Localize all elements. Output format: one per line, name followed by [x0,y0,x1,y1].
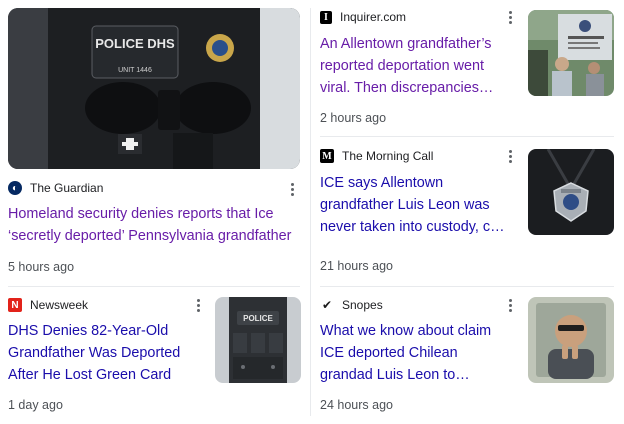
ice-office-sign-image [528,10,614,96]
inquirer-logo-icon: I [320,10,332,24]
article-headline[interactable]: An Allentown grandfather’s reported depo… [320,33,512,99]
source-name: Inquirer.com [340,10,407,24]
source-name: Newsweek [30,298,89,312]
article-timestamp: 21 hours ago [320,259,393,273]
article-timestamp: 2 hours ago [320,111,387,125]
source-name: The Guardian [30,181,104,195]
morning-call-logo-icon: M [320,149,334,163]
article-thumbnail[interactable] [528,10,614,96]
source-row: ◐ The Guardian [8,180,103,196]
ice-badge-image [528,149,614,235]
snopes-logo-icon: ✔ [320,298,334,312]
source-row: ✔ Snopes [320,297,383,313]
article-thumbnail[interactable] [528,297,614,383]
source-name: The Morning Call [342,149,434,163]
vest-label: POLICE [243,314,273,323]
police-vest-image: POLICE [215,297,301,383]
more-options-icon[interactable] [504,147,516,165]
guardian-logo-icon: ◐ [8,181,22,195]
article-headline[interactable]: Homeland security denies reports that Ic… [8,203,306,247]
more-options-icon[interactable] [504,296,516,314]
man-portrait-image [528,297,614,383]
source-row: I Inquirer.com [320,9,406,25]
more-options-icon[interactable] [504,8,516,26]
more-options-icon[interactable] [192,296,204,314]
news-card-newsweek[interactable]: N Newsweek DHS Denies 82-Year-Old Grandf… [0,287,310,424]
news-card-snopes[interactable]: ✔ Snopes What we know about claim ICE de… [310,287,624,424]
article-timestamp: 1 day ago [8,398,63,412]
news-card-guardian[interactable]: POLICE DHS UNIT 1446 ◐ The Guardian Home… [0,0,310,286]
more-options-icon[interactable] [286,180,298,198]
patch-sublabel: UNIT 1446 [118,67,152,74]
article-thumbnail[interactable]: POLICE DHS UNIT 1446 [8,8,300,169]
article-headline[interactable]: What we know about claim ICE deported Ch… [320,320,514,386]
news-card-inquirer[interactable]: I Inquirer.com An Allentown grandfather’… [310,0,624,136]
article-thumbnail[interactable]: POLICE [215,297,301,383]
newsweek-logo-icon: N [8,298,22,312]
article-headline[interactable]: ICE says Allentown grandfather Luis Leon… [320,172,516,238]
article-timestamp: 5 hours ago [8,260,75,274]
source-name: Snopes [342,298,383,312]
article-thumbnail[interactable] [528,149,614,235]
patch-label: POLICE DHS [95,36,175,51]
news-card-morning-call[interactable]: M The Morning Call ICE says Allentown gr… [310,137,624,286]
officer-vest-image: POLICE DHS UNIT 1446 [8,8,300,169]
source-row: M The Morning Call [320,148,433,164]
source-row: N Newsweek [8,297,88,313]
article-timestamp: 24 hours ago [320,398,393,412]
article-headline[interactable]: DHS Denies 82-Year-Old Grandfather Was D… [8,320,202,386]
